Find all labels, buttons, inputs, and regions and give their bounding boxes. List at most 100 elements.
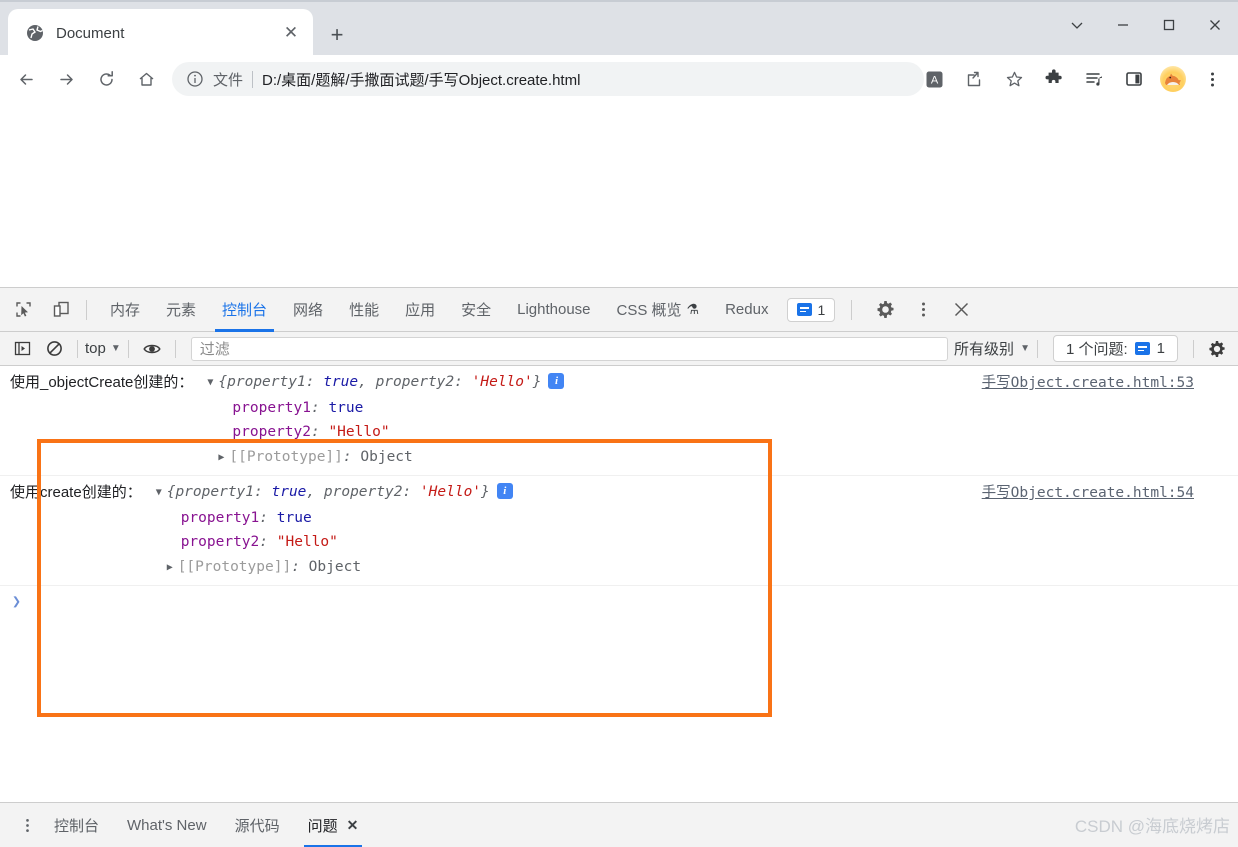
tab-label: 内存: [110, 302, 141, 319]
devtools-tab-lighthouse[interactable]: Lighthouse: [504, 288, 603, 332]
issues-badge-count: 1: [817, 301, 826, 318]
close-devtools-icon[interactable]: [946, 295, 976, 325]
disclosure-triangle-open-icon[interactable]: ▼: [156, 481, 167, 506]
source-link[interactable]: 手写Object.create.html:53: [982, 371, 1194, 392]
info-badge-icon[interactable]: i: [548, 373, 565, 390]
filterbar-divider-5: [1193, 339, 1194, 358]
object-property-row[interactable]: property2: "Hello": [207, 420, 564, 445]
property-key: property2: [180, 534, 260, 550]
bookmark-star-icon[interactable]: [998, 63, 1030, 95]
tab-label: 问题: [307, 817, 338, 835]
log-level-selector[interactable]: 所有级别 ▼: [954, 338, 1030, 359]
reload-icon[interactable]: [90, 63, 122, 95]
back-arrow-icon[interactable]: [10, 63, 42, 95]
devtools-tab-elements[interactable]: 元素: [153, 288, 209, 332]
disclosure-triangle-open-icon[interactable]: ▼: [207, 371, 218, 396]
preview-value-2: 'Hello': [471, 374, 533, 390]
filterbar-divider-4: [1036, 339, 1038, 358]
devtools-tab-application[interactable]: 应用: [392, 288, 448, 332]
issues-label: 1 个问题:: [1065, 341, 1128, 358]
console-prompt[interactable]: ❯: [0, 586, 1238, 616]
browser-tab[interactable]: Document ✕: [8, 9, 313, 57]
chrome-menu-kebab-icon[interactable]: [1196, 63, 1228, 95]
home-icon[interactable]: [130, 63, 162, 95]
console-log-entry[interactable]: 使用_objectCreate创建的： ▼ {property1: true, p…: [0, 366, 1238, 476]
devtools-tab-console[interactable]: 控制台: [209, 288, 280, 332]
object-property-row[interactable]: property2: "Hello": [156, 530, 513, 555]
minimize-button[interactable]: [1100, 2, 1146, 48]
address-bar[interactable]: 文件 D:/桌面/题解/手撒面试题/手写Object.create.html: [172, 62, 924, 96]
drawer-menu-icon[interactable]: [14, 817, 40, 834]
drawer-tab-issues[interactable]: 问题 ✕: [294, 803, 373, 847]
preview-key-2: property2: [323, 484, 403, 500]
prototype-value: Object: [308, 558, 362, 575]
object-preview-line[interactable]: ▼ {property1: true, property2: 'Hello'} i: [156, 483, 513, 500]
devtools-tab-security[interactable]: 安全: [448, 288, 504, 332]
issues-message-badge[interactable]: 1: [787, 297, 836, 322]
log-message-label: 使用create创建的：: [10, 484, 142, 501]
maximize-button[interactable]: [1146, 2, 1192, 48]
console-context-selector[interactable]: top ▼: [85, 340, 121, 357]
console-output[interactable]: 使用_objectCreate创建的： ▼ {property1: true, p…: [0, 366, 1238, 803]
devtools-tab-redux[interactable]: Redux: [712, 288, 781, 332]
disclosure-triangle-closed-icon[interactable]: ▶: [167, 556, 178, 581]
clear-console-icon[interactable]: [41, 336, 67, 362]
info-circle-icon[interactable]: [186, 70, 204, 88]
csdn-watermark: CSDN @海底烧烤店: [1074, 817, 1230, 836]
browser-window: Document ✕ + 文件 D:/桌面/题解/手撒面试题/手写Object.…: [0, 0, 1238, 847]
devtools-panel: 内存 元素 控制台 网络 性能 应用 安全 Lighthouse CSS 概览 …: [0, 287, 1238, 803]
disclosure-triangle-closed-icon[interactable]: ▶: [218, 446, 229, 471]
devtools-tab-performance[interactable]: 性能: [336, 288, 392, 332]
devtools-tab-memory[interactable]: 内存: [97, 288, 153, 332]
devtools-tab-network[interactable]: 网络: [280, 288, 336, 332]
tab-label: Redux: [725, 301, 769, 318]
console-filter-input[interactable]: 过滤: [190, 336, 949, 361]
prompt-caret-icon: ❯: [12, 592, 22, 610]
log-object-tree[interactable]: ▼ {property1: true, property2: 'Hello'} i …: [207, 370, 565, 471]
property-key: property1: [232, 399, 311, 416]
extensions-puzzle-icon[interactable]: [1038, 63, 1070, 95]
share-icon[interactable]: [958, 63, 990, 95]
close-button[interactable]: [1192, 2, 1238, 48]
inspect-element-icon[interactable]: [8, 295, 38, 325]
console-log-entry[interactable]: 使用create创建的： ▼ {property1: true, property…: [0, 476, 1238, 586]
devtools-divider: [86, 299, 87, 320]
live-expression-eye-icon[interactable]: [139, 336, 165, 362]
source-link[interactable]: 手写Object.create.html:54: [982, 481, 1194, 502]
forward-arrow-icon[interactable]: [50, 63, 82, 95]
drawer-tab-close-icon[interactable]: ✕: [347, 817, 359, 834]
profile-avatar[interactable]: [1160, 66, 1186, 92]
drawer-tab-console[interactable]: 控制台: [40, 803, 113, 847]
info-badge-icon[interactable]: i: [496, 483, 513, 500]
kebab-menu-icon[interactable]: [908, 295, 938, 325]
gear-icon[interactable]: [870, 295, 900, 325]
preview-sep-1: :: [305, 374, 324, 390]
property-key: property1: [180, 509, 260, 526]
console-sidebar-icon[interactable]: [9, 336, 35, 362]
toolbar-right-actions: A: [914, 55, 1232, 103]
drawer-tab-whats-new[interactable]: What's New: [113, 803, 221, 847]
object-prototype-row[interactable]: ▶ [[Prototype]]: Object: [156, 555, 513, 581]
issues-count-button[interactable]: 1 个问题: 1: [1052, 335, 1178, 362]
device-toolbar-icon[interactable]: [46, 295, 76, 325]
devtools-tab-css-overview[interactable]: CSS 概览 ⚗: [604, 288, 713, 332]
object-preview-line[interactable]: ▼ {property1: true, property2: 'Hello'} i: [207, 373, 565, 390]
preview-sep-2: :: [402, 484, 420, 500]
media-playlist-icon[interactable]: [1078, 63, 1110, 95]
object-property-row[interactable]: property1: true: [207, 396, 564, 421]
tab-search-button[interactable]: [1054, 2, 1100, 48]
tab-close-button[interactable]: ✕: [279, 21, 303, 45]
new-tab-button[interactable]: +: [323, 21, 351, 49]
translate-icon[interactable]: A: [918, 63, 950, 95]
console-settings-gear-icon[interactable]: [1204, 336, 1230, 362]
side-panel-icon[interactable]: [1118, 63, 1150, 95]
object-property-row[interactable]: property1: true: [156, 506, 513, 531]
chevron-down-icon: ▼: [110, 343, 121, 354]
object-prototype-row[interactable]: ▶ [[Prototype]]: Object: [207, 445, 564, 471]
drawer-tab-sources[interactable]: 源代码: [221, 803, 294, 847]
preview-key-1: property1: [227, 374, 306, 390]
tab-label: 性能: [349, 302, 380, 319]
prototype-value: Object: [360, 448, 413, 465]
chevron-down-icon: ▼: [1020, 343, 1030, 354]
log-object-tree[interactable]: ▼ {property1: true, property2: 'Hello'} i …: [156, 480, 513, 580]
